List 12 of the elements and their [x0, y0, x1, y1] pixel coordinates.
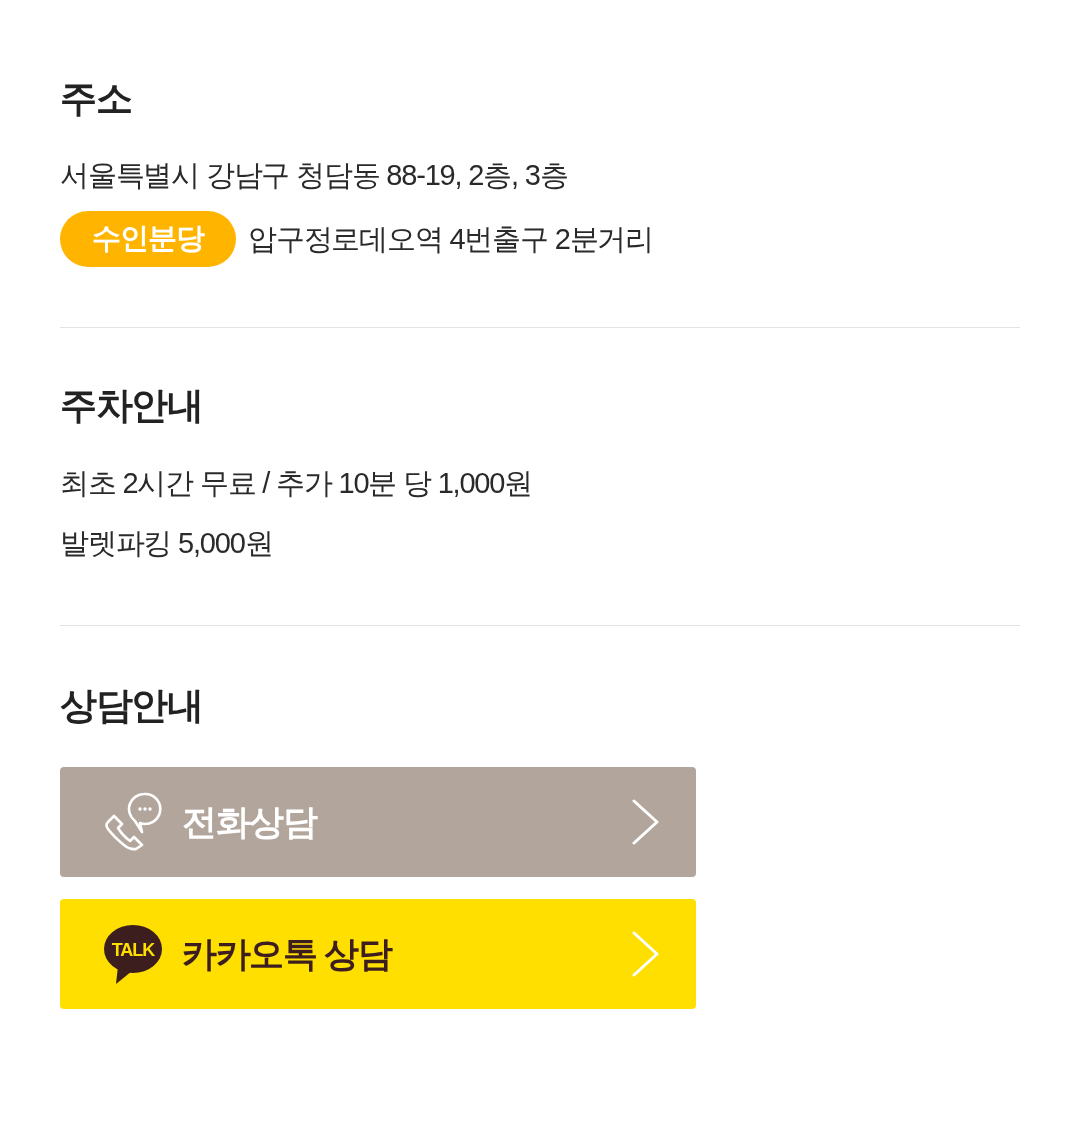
phone-chat-icon — [104, 792, 162, 852]
section-title: 주소 — [60, 77, 132, 121]
info-text: 압구정로데오역 4번출구 2분거리 — [248, 222, 653, 257]
info-text: 최초 2시간 무료 / 추가 10분 당 1,000원 — [60, 466, 533, 501]
chevron-right-icon — [632, 931, 660, 977]
line-tag: 수인분당 — [60, 211, 236, 267]
section-title: 상담안내 — [60, 684, 203, 728]
info-text: 발렛파킹 5,000원 — [60, 526, 274, 561]
info-text: 서울특별시 강남구 청담동 88-19, 2층, 3층 — [60, 158, 569, 193]
section-title: 주차안내 — [60, 384, 203, 428]
chat-consult-button[interactable]: TALK 카카오톡 상담 — [60, 899, 696, 1009]
chevron-right-icon — [632, 799, 660, 845]
